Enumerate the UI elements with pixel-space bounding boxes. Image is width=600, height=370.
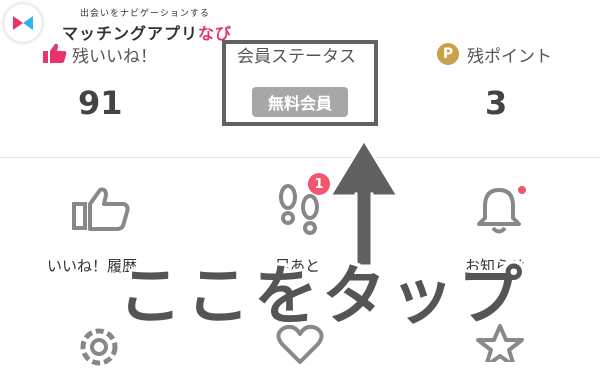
tap-here-callout: ここをタップ [118,260,526,334]
logo-tagline: 出会いをナビゲーションする [80,9,210,19]
footprints-count-badge: 1 [308,173,330,195]
remaining-likes-value: 91 [78,84,123,122]
brand-name-main: マッチングアプリ [62,24,199,43]
remaining-points-label: 残ポイント [467,47,552,67]
highlight-box [222,40,378,126]
section-divider [0,157,600,158]
remaining-points-value: 3 [485,84,508,122]
p-coin-icon: P [437,43,459,65]
bell-icon[interactable] [475,186,523,240]
app-logo[interactable] [4,4,42,42]
brand-name: マッチングアプリなび [62,20,232,44]
thumbs-up-icon [42,42,68,68]
logo-icon [13,16,33,30]
thumbs-up-outline-icon[interactable] [70,186,132,236]
notification-dot [518,186,526,194]
remaining-likes-label: 残いいね！ [72,47,157,67]
